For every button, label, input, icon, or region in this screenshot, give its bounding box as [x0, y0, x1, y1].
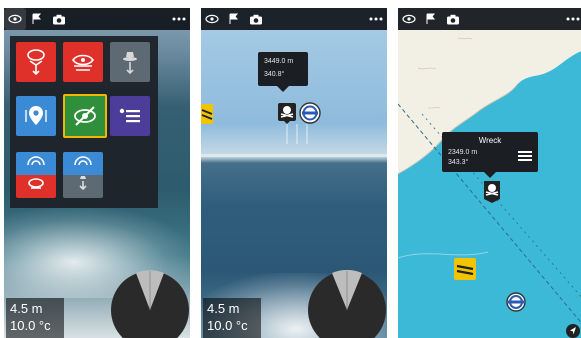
screen-ar-view: 3449.0 m 340.8° 4.5 m 10.0 °c: [201, 8, 387, 338]
top-toolbar: [201, 8, 387, 30]
callout-bearing: 343.3°: [448, 159, 469, 166]
wreck-callout[interactable]: Wreck 2349.0 m 343.3°: [442, 132, 538, 178]
callout-distance: 2349.0 m: [448, 149, 478, 156]
marker-list-button[interactable]: [110, 96, 150, 136]
screen-camera-menu: 4.5 m 10.0 °c: [4, 8, 190, 338]
hazard-marker-icon[interactable]: [454, 258, 476, 280]
eye-slash-icon: [71, 102, 99, 130]
top-toolbar: [398, 8, 581, 30]
compass-dial[interactable]: [110, 270, 190, 338]
sonar-wreck-button[interactable]: [16, 152, 56, 198]
depth-value: 4.5 m: [10, 301, 43, 316]
marker-callout[interactable]: 3449.0 m 340.8°: [258, 52, 308, 92]
screen-chart-view: Wreck 2349.0 m 343.3°: [398, 8, 581, 338]
menu-list-icon[interactable]: [518, 149, 532, 167]
marker-list-icon: [116, 102, 144, 130]
temperature-value: 10.0 °c: [207, 318, 248, 333]
buoy-button[interactable]: [110, 42, 150, 82]
wreck-marker-icon[interactable]: [482, 180, 502, 204]
flag-icon[interactable]: [26, 8, 48, 30]
depth-readout: 4.5 m 10.0 °c: [6, 298, 64, 338]
eye-icon[interactable]: [4, 8, 26, 30]
horizon-line: [201, 154, 387, 157]
location-scan-icon: [22, 102, 50, 130]
temperature-value: 10.0 °c: [10, 318, 51, 333]
callout-bearing: 340.8°: [264, 71, 285, 78]
camera-icon[interactable]: [442, 8, 464, 30]
wreck-depth-down-button[interactable]: [16, 42, 56, 82]
wreck-button[interactable]: [63, 42, 103, 82]
navigation-buoy-icon[interactable]: [299, 102, 321, 124]
location-scan-button[interactable]: [16, 96, 56, 136]
depth-value: 4.5 m: [207, 301, 240, 316]
location-arrow-icon[interactable]: [566, 324, 580, 338]
navigation-buoy-icon[interactable]: [506, 292, 526, 312]
sonar-wreck-icon: [22, 155, 50, 195]
wreck-icon: [69, 48, 97, 76]
top-toolbar: [4, 8, 190, 30]
eye-icon[interactable]: [201, 8, 223, 30]
compass-dial[interactable]: [307, 270, 387, 338]
flag-icon[interactable]: [420, 8, 442, 30]
camera-icon[interactable]: [48, 8, 70, 30]
more-icon[interactable]: [562, 8, 581, 30]
wreck-marker-icon[interactable]: [277, 102, 297, 124]
hazard-marker-icon[interactable]: [201, 104, 213, 124]
buoy-icon: [116, 47, 144, 77]
eye-slash-button[interactable]: [63, 94, 107, 138]
callout-title: Wreck: [478, 136, 502, 145]
eye-icon[interactable]: [398, 8, 420, 30]
camera-icon[interactable]: [245, 8, 267, 30]
marker-leader-lines: [286, 124, 308, 144]
more-icon[interactable]: [365, 8, 387, 30]
callout-distance: 3449.0 m: [264, 58, 294, 65]
sonar-depth-button[interactable]: [63, 152, 103, 198]
marker-menu: [10, 36, 158, 208]
wreck-depth-down-icon: [22, 47, 50, 77]
flag-icon[interactable]: [223, 8, 245, 30]
depth-readout: 4.5 m 10.0 °c: [203, 298, 261, 338]
more-icon[interactable]: [168, 8, 190, 30]
sonar-depth-icon: [69, 155, 97, 195]
